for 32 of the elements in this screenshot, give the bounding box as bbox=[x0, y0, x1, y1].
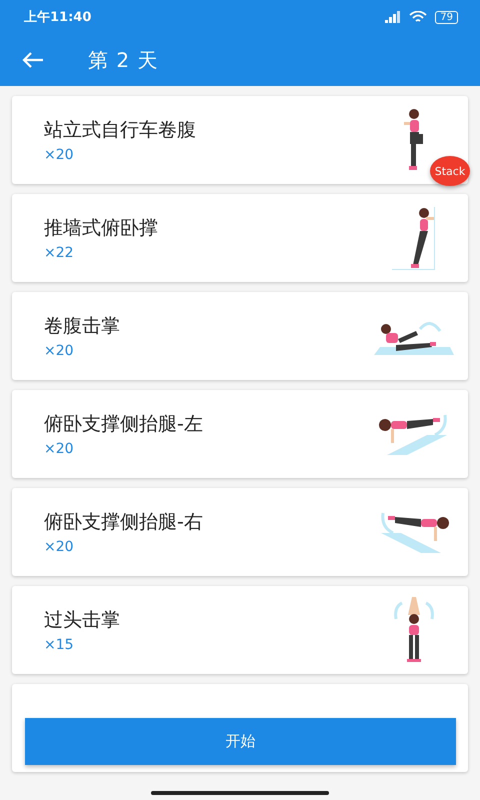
exercise-reps: ×20 bbox=[44, 441, 75, 457]
exercise-name: 站立式自行车卷腹 bbox=[44, 118, 196, 143]
exercise-name: 推墙式俯卧撑 bbox=[44, 216, 158, 241]
exercise-name: 过头击掌 bbox=[44, 608, 120, 633]
exercise-reps: ×20 bbox=[44, 147, 75, 163]
signal-icon bbox=[385, 11, 402, 23]
battery-indicator: 79 bbox=[435, 10, 458, 24]
exercise-card[interactable]: 推墙式俯卧撑 ×22 bbox=[12, 194, 468, 282]
exercise-card[interactable]: 卷腹击掌 ×20 bbox=[12, 292, 468, 380]
back-arrow-icon bbox=[22, 51, 44, 69]
back-button[interactable] bbox=[22, 51, 44, 69]
exercise-reps: ×20 bbox=[44, 343, 75, 359]
start-button[interactable]: 开始 bbox=[25, 718, 456, 765]
screen-title: 第 2 天 bbox=[88, 46, 158, 74]
exercise-figure-drawing bbox=[402, 108, 426, 172]
exercise-figure-drawing bbox=[392, 206, 436, 270]
exercise-name: 俯卧支撑侧抬腿-左 bbox=[44, 412, 203, 437]
exercise-card[interactable]: 站立式自行车卷腹 ×20 Stack bbox=[12, 96, 468, 184]
exercise-name: 卷腹击掌 bbox=[44, 314, 120, 339]
wifi-icon bbox=[409, 10, 428, 24]
exercise-figure-drawing bbox=[394, 597, 434, 663]
exercise-card[interactable]: 俯卧支撑侧抬腿-右 ×20 bbox=[12, 488, 468, 576]
exercise-card[interactable]: 过头击掌 ×15 bbox=[12, 586, 468, 674]
status-time: 上午11:40 bbox=[24, 9, 92, 26]
exercise-name: 俯卧支撑侧抬腿-右 bbox=[44, 510, 203, 535]
exercise-reps: ×20 bbox=[44, 539, 75, 555]
stack-badge[interactable]: Stack bbox=[430, 156, 470, 186]
exercise-reps: ×15 bbox=[44, 637, 75, 653]
exercise-figure-drawing bbox=[379, 412, 449, 456]
exercise-card[interactable]: 俯卧支撑侧抬腿-左 ×20 bbox=[12, 390, 468, 478]
exercise-reps: ×22 bbox=[44, 245, 75, 261]
exercise-figure-drawing bbox=[379, 510, 449, 554]
